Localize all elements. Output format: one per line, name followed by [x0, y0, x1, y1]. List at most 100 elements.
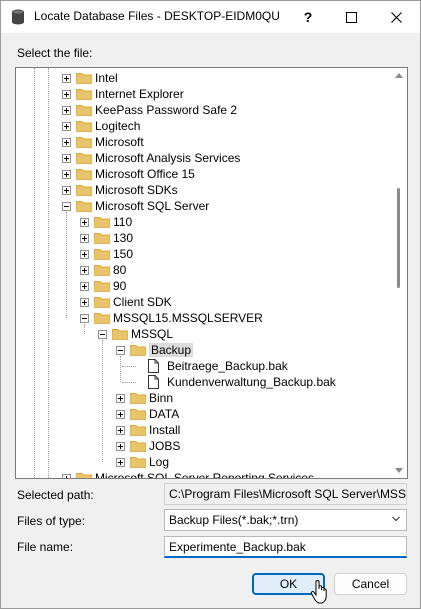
chevron-down-icon	[392, 516, 400, 522]
folder-icon	[130, 408, 146, 420]
tree-item[interactable]: Microsoft	[16, 134, 391, 150]
tree-item-label: Beitraege_Backup.bak	[167, 359, 288, 373]
file-name-input[interactable]	[164, 536, 407, 558]
mouse-pointer-icon	[310, 579, 327, 604]
tree-item-label: MSSQL15.MSSQLSERVER	[113, 311, 263, 325]
collapse-icon[interactable]	[62, 202, 71, 211]
folder-icon	[94, 216, 110, 228]
expand-icon[interactable]	[62, 106, 71, 115]
tree-item-label: Microsoft Analysis Services	[95, 151, 241, 165]
vertical-scrollbar[interactable]	[391, 68, 407, 478]
tree-item[interactable]: Log	[16, 454, 391, 470]
tree-item[interactable]: MSSQL15.MSSQLSERVER	[16, 310, 391, 326]
expand-icon[interactable]	[62, 122, 71, 131]
help-button[interactable]: ?	[288, 1, 328, 33]
maximize-button[interactable]	[331, 1, 371, 33]
select-file-label: Select the file:	[17, 46, 93, 60]
expand-icon[interactable]	[80, 282, 89, 291]
folder-icon	[76, 184, 92, 196]
tree-item[interactable]: KeePass Password Safe 2	[16, 102, 391, 118]
expand-icon[interactable]	[62, 170, 71, 179]
tree-item-label: Internet Explorer	[95, 87, 184, 101]
tree-item[interactable]: Binn	[16, 390, 391, 406]
collapse-icon[interactable]	[80, 314, 89, 323]
folder-icon	[94, 248, 110, 260]
tree-item-label: 80	[113, 263, 127, 277]
collapse-icon[interactable]	[98, 330, 107, 339]
locate-database-files-dialog: Locate Database Files - DESKTOP-EIDM0QU …	[0, 0, 421, 609]
files-of-type-value: Backup Files(*.bak;*.trn)	[169, 513, 299, 527]
tree-item-label: 150	[113, 247, 134, 261]
folder-icon	[94, 312, 110, 324]
file-name-label: File name:	[17, 540, 74, 554]
expand-icon[interactable]	[62, 90, 71, 99]
expand-icon[interactable]	[116, 410, 125, 419]
tree-item-label: Microsoft	[95, 135, 144, 149]
tree-connector	[122, 366, 136, 367]
tree-item[interactable]: Microsoft SQL Server	[16, 198, 391, 214]
tree-item-label: Client SDK	[113, 295, 172, 309]
scroll-thumb[interactable]	[397, 188, 400, 288]
scroll-up-icon[interactable]	[395, 73, 403, 78]
tree-item[interactable]: Logitech	[16, 118, 391, 134]
tree-item[interactable]: 80	[16, 262, 391, 278]
tree-item[interactable]: DATA	[16, 406, 391, 422]
folder-icon	[76, 472, 92, 478]
tree-item-label: Kundenverwaltung_Backup.bak	[167, 375, 336, 389]
tree-item-label: KeePass Password Safe 2	[95, 103, 238, 117]
tree-item[interactable]: 130	[16, 230, 391, 246]
tree-item-label: DATA	[149, 407, 180, 421]
expand-icon[interactable]	[116, 394, 125, 403]
expand-icon[interactable]	[116, 426, 125, 435]
tree-item[interactable]: Microsoft Analysis Services	[16, 150, 391, 166]
folder-icon	[94, 280, 110, 292]
expand-icon[interactable]	[62, 154, 71, 163]
tree-item[interactable]: Internet Explorer	[16, 86, 391, 102]
folder-icon	[76, 200, 92, 212]
folder-icon	[130, 424, 146, 436]
expand-icon[interactable]	[80, 298, 89, 307]
tree-item[interactable]: Intel	[16, 70, 391, 86]
tree-item[interactable]: 150	[16, 246, 391, 262]
tree-item-label: 130	[113, 231, 134, 245]
tree-item[interactable]: Microsoft SQL Server Reporting Services	[16, 470, 391, 478]
tree-item-label: Binn	[149, 391, 174, 405]
scroll-down-icon[interactable]	[395, 468, 403, 473]
tree-item[interactable]: Beitraege_Backup.bak	[16, 358, 391, 374]
tree-item[interactable]: 90	[16, 278, 391, 294]
file-tree[interactable]: Intel Internet Explorer KeePass Password S…	[15, 67, 408, 479]
tree-item[interactable]: MSSQL	[16, 326, 391, 342]
folder-icon	[76, 120, 92, 132]
expand-icon[interactable]	[62, 186, 71, 195]
tree-item[interactable]: Microsoft SDKs	[16, 182, 391, 198]
close-button[interactable]	[376, 1, 416, 33]
close-icon	[390, 11, 402, 23]
tree-item-label: Intel	[95, 71, 118, 85]
tree-item[interactable]: Kundenverwaltung_Backup.bak	[16, 374, 391, 390]
tree-item[interactable]: Backup	[16, 342, 391, 358]
expand-icon[interactable]	[62, 474, 71, 478]
collapse-icon[interactable]	[116, 346, 125, 355]
folder-icon	[112, 328, 128, 340]
tree-item[interactable]: Install	[16, 422, 391, 438]
tree-item[interactable]: Client SDK	[16, 294, 391, 310]
folder-icon	[76, 152, 92, 164]
tree-item[interactable]: Microsoft Office 15	[16, 166, 391, 182]
cancel-button[interactable]: Cancel	[334, 573, 407, 595]
expand-icon[interactable]	[116, 458, 125, 467]
maximize-icon	[345, 11, 357, 23]
expand-icon[interactable]	[62, 74, 71, 83]
tree-item[interactable]: 110	[16, 214, 391, 230]
expand-icon[interactable]	[116, 442, 125, 451]
expand-icon[interactable]	[62, 138, 71, 147]
folder-icon	[94, 296, 110, 308]
expand-icon[interactable]	[80, 218, 89, 227]
folder-icon	[76, 72, 92, 84]
tree-item[interactable]: JOBS	[16, 438, 391, 454]
expand-icon[interactable]	[80, 234, 89, 243]
expand-icon[interactable]	[80, 250, 89, 259]
folder-icon	[76, 88, 92, 100]
files-of-type-select[interactable]: Backup Files(*.bak;*.trn)	[164, 509, 407, 531]
expand-icon[interactable]	[80, 266, 89, 275]
title-bar[interactable]: Locate Database Files - DESKTOP-EIDM0QU …	[1, 1, 420, 33]
